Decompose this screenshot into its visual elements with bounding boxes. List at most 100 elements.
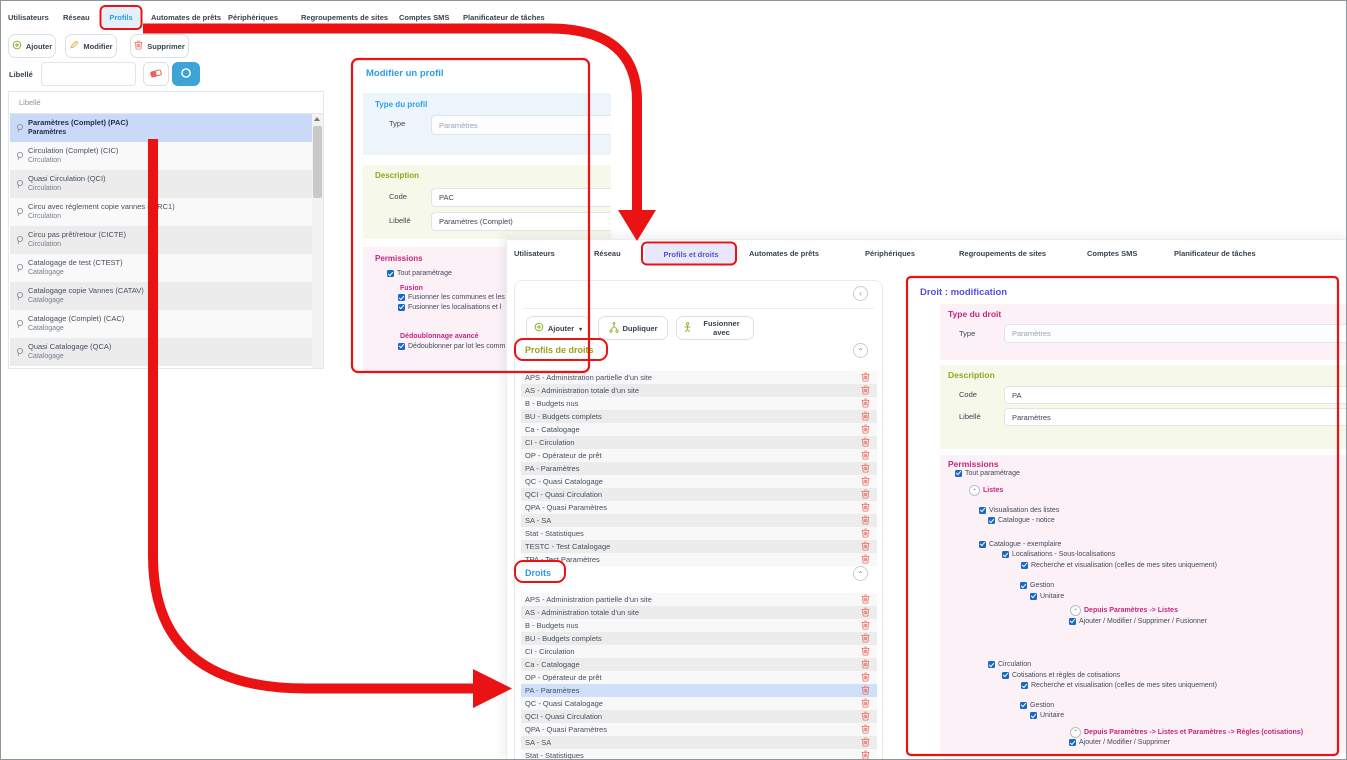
delete-button[interactable]: Supprimer [130,34,189,58]
list-item[interactable]: SA - SA [521,736,877,749]
scrollbar[interactable] [312,114,323,369]
list-item[interactable]: APS - Administration partielle d'un site [521,371,877,384]
edit-button[interactable]: Modifier [65,34,117,58]
checkbox[interactable] [1020,582,1027,589]
checkbox[interactable] [1020,702,1027,709]
add-button[interactable]: Ajouter [8,34,56,58]
tab-automates[interactable]: Automates de prêts [151,13,221,22]
filter-input[interactable] [41,62,136,86]
delete-button[interactable] [860,554,871,565]
tab-utilisateurs[interactable]: Utilisateurs [8,13,49,22]
list-item[interactable]: Circu pas prêt/retour (CICTE)Circulation [10,226,312,254]
list-item[interactable]: TPA - Test Paramètres [521,553,877,566]
tab-reseau[interactable]: Réseau [594,249,621,258]
list-item[interactable]: BU - Budgets complets [521,632,877,645]
tab-regroupements[interactable]: Regroupements de sites [959,249,1046,258]
duplicate-button[interactable]: Dupliquer [598,316,668,340]
search-button[interactable] [172,62,200,86]
checkbox[interactable] [955,470,962,477]
list-item-label: Stat - Statistiques [525,529,860,538]
code-input[interactable]: PAC [431,188,611,207]
tab-reseau[interactable]: Réseau [63,13,90,22]
list-item[interactable]: QPA - Quasi Paramètres [521,501,877,514]
checkbox[interactable] [1069,618,1076,625]
collapse-section-icon[interactable] [853,343,868,358]
list-item[interactable]: PA - Paramètres [521,684,877,697]
list-item[interactable]: AS - Administration totale d'un site [521,384,877,397]
checkbox[interactable] [398,343,405,350]
tab-regroupements[interactable]: Regroupements de sites [301,13,388,22]
scrollbar-thumb[interactable] [313,126,322,198]
list-item[interactable]: CI - Circulation [521,436,877,449]
list-item[interactable]: Catalogage copie Vannes (CATAV)Catalogag… [10,282,312,310]
list-item[interactable]: Circu avec réglement copie vannes (CIRC1… [10,198,312,226]
tab-comptes-sms[interactable]: Comptes SMS [1087,249,1137,258]
type-input[interactable]: Paramètres [431,115,611,135]
tab-planificateur[interactable]: Planificateur de tâches [1174,249,1256,258]
checkbox[interactable] [1002,672,1009,679]
checkbox[interactable] [1030,712,1037,719]
list-item[interactable]: Paramètres (Complet) (PAC)Paramètres [10,114,312,142]
list-item[interactable]: Quasi Circulation (QCI)Circulation [10,170,312,198]
list-item[interactable]: OP - Opérateur de prêt [521,671,877,684]
checkbox[interactable] [1002,551,1009,558]
scroll-up-icon[interactable] [314,117,320,121]
list-item[interactable]: AS - Administration totale d'un site [521,606,877,619]
tab-planificateur[interactable]: Planificateur de tâches [463,13,545,22]
checkbox[interactable] [988,517,995,524]
list-item[interactable]: QC - Quasi Catalogage [521,697,877,710]
collapse-section-icon[interactable] [853,566,868,581]
delete-button[interactable] [860,750,871,760]
list-item[interactable]: QC - Quasi Catalogage [521,475,877,488]
tab-comptes-sms[interactable]: Comptes SMS [399,13,449,22]
chevron-up-icon[interactable] [969,485,980,496]
list-item[interactable]: Ca - Catalogage [521,423,877,436]
checkbox[interactable] [398,294,405,301]
tab-peripheriques[interactable]: Périphériques [228,13,278,22]
list-item[interactable]: Quasi Catalogage (QCA)Catalogage [10,338,312,366]
list-item[interactable]: BU - Budgets complets [521,410,877,423]
list-item[interactable]: Catalogage de test (CTEST)Catalogage [10,254,312,282]
list-item[interactable]: Catalogage (Complet) (CAC)Catalogage [10,310,312,338]
list-item[interactable]: QCI - Quasi Circulation [521,710,877,723]
list-item[interactable]: PA - Paramètres [521,462,877,475]
list-item[interactable]: SA - SA [521,514,877,527]
collapse-panel-icon[interactable] [853,286,868,301]
libelle-input[interactable]: Paramètres (Complet) [431,212,611,231]
checkbox[interactable] [387,270,394,277]
tab-peripheriques[interactable]: Périphériques [865,249,915,258]
list-item[interactable]: B - Budgets nus [521,397,877,410]
list-item[interactable]: Ca - Catalogage [521,658,877,671]
clear-filter-button[interactable] [143,62,169,86]
tab-profils-et-droits-active[interactable]: Profils et droits [645,244,737,265]
checkbox[interactable] [979,541,986,548]
checkbox[interactable] [1069,739,1076,746]
code-input[interactable]: PA [1004,386,1347,404]
list-item[interactable]: Stat - Statistiques [521,749,877,760]
list-item[interactable]: TESTC - Test Catalogage [521,540,877,553]
list-item[interactable]: Stat - Statistiques [521,527,877,540]
merge-button[interactable]: Fusionner avec [676,316,754,340]
list-item[interactable]: CI - Circulation [521,645,877,658]
tab-automates[interactable]: Automates de prêts [749,249,819,258]
chevron-up-icon[interactable] [1070,727,1081,738]
list-item[interactable]: B - Budgets nus [521,619,877,632]
checkbox[interactable] [1021,682,1028,689]
checkbox[interactable] [398,304,405,311]
tab-utilisateurs[interactable]: Utilisateurs [514,249,555,258]
chevron-up-icon[interactable] [1070,605,1081,616]
add-button[interactable]: Ajouter [526,316,590,340]
checkbox[interactable] [1021,562,1028,569]
list-item[interactable]: QPA - Quasi Paramètres [521,723,877,736]
checkbox[interactable] [1030,593,1037,600]
list-item[interactable]: QCI - Quasi Circulation [521,488,877,501]
trash-icon [134,40,143,52]
type-input[interactable]: Paramètres [1004,324,1347,343]
list-item[interactable]: APS - Administration partielle d'un site [521,593,877,606]
libelle-input[interactable]: Paramètres [1004,408,1347,426]
checkbox[interactable] [979,507,986,514]
list-item[interactable]: OP - Opérateur de prêt [521,449,877,462]
list-item[interactable]: Circulation (Complet) (CIC)Circulation [10,142,312,170]
checkbox[interactable] [988,661,995,668]
tab-profils-active[interactable]: Profils [102,7,140,28]
